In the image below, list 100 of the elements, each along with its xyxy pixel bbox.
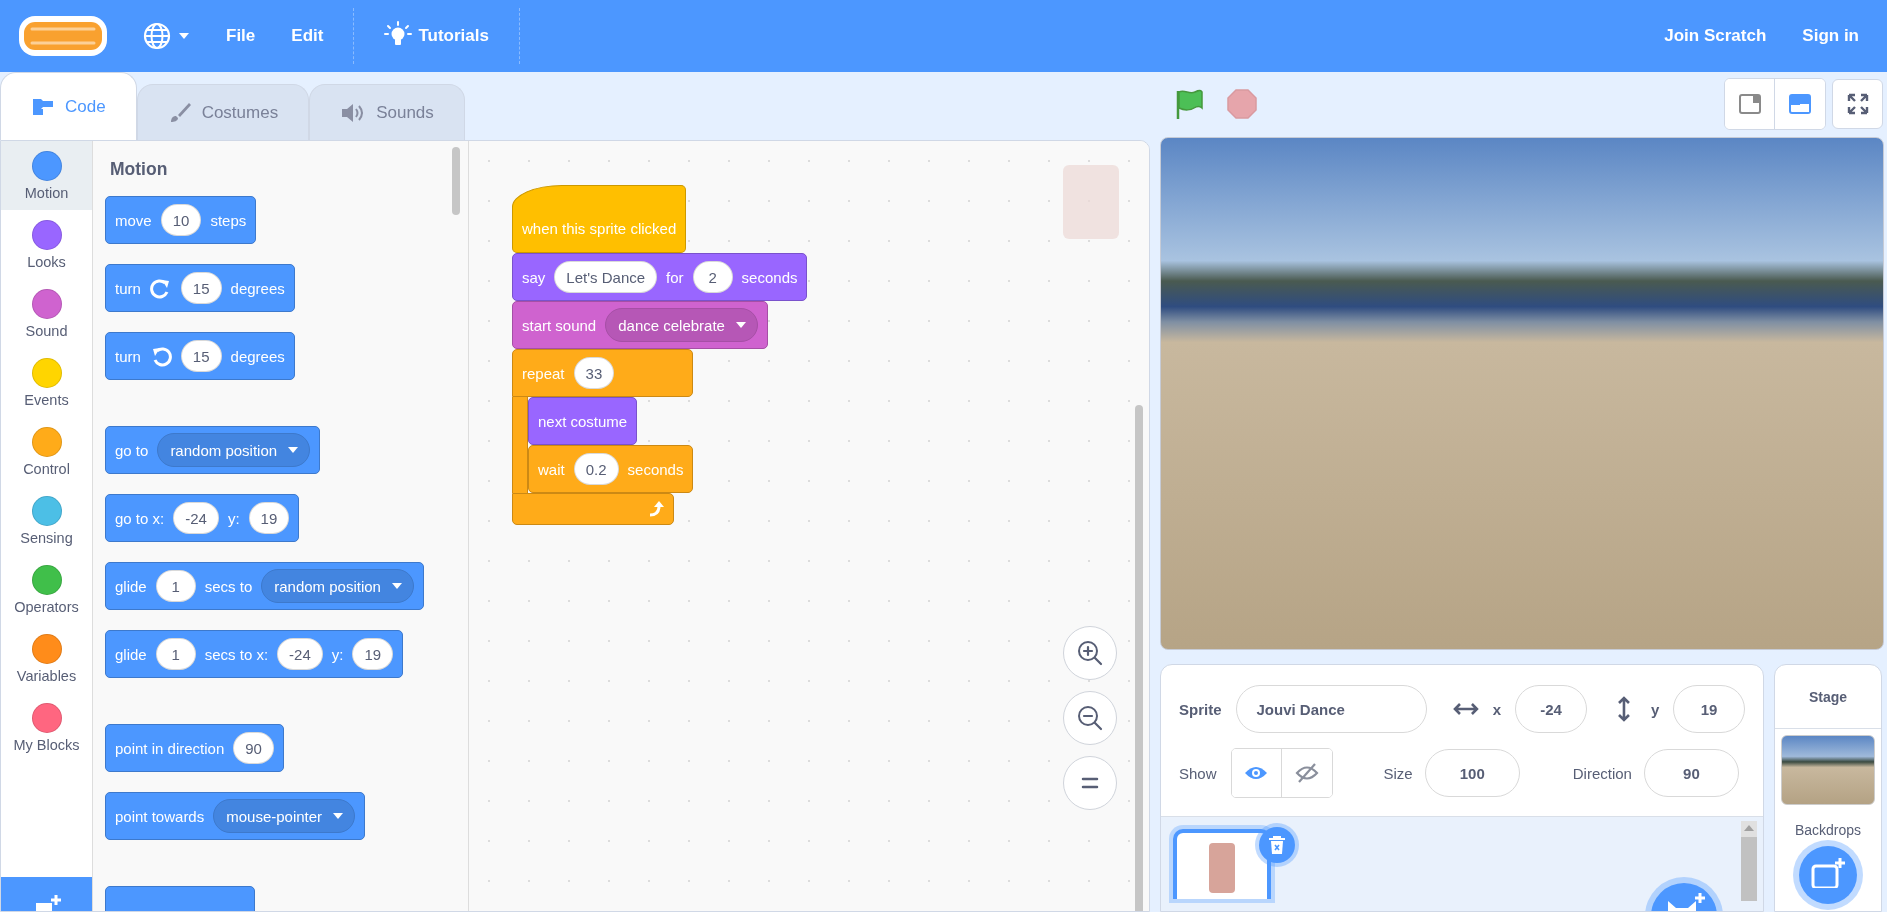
block-label: secs to [204,577,253,595]
dropdown-menu[interactable]: random position [157,433,311,467]
input-field[interactable]: 1 [155,570,196,602]
category-item[interactable]: Events [1,348,92,417]
category-item[interactable]: Operators [1,555,92,624]
category-item[interactable]: Control [1,417,92,486]
palette-heading: Motion [110,159,169,180]
scrollbar[interactable] [1741,821,1757,901]
category-item[interactable]: My Blocks [1,693,92,762]
input-field[interactable]: 15 [180,272,222,304]
block-label: turn [115,347,141,365]
code-blocks-icon [31,96,55,117]
category-label: Events [24,391,69,408]
category-item[interactable]: Sound [1,279,92,348]
input-field[interactable]: -24 [277,638,323,670]
code-block[interactable]: turn 15 degrees [105,264,295,312]
dropdown-menu[interactable]: dance celebrate [605,308,758,342]
globe-icon [142,21,172,51]
reset-zoom-button[interactable] [1063,756,1117,810]
input-field[interactable]: 15 [180,340,222,372]
scrollbar[interactable] [452,147,460,215]
input-field[interactable]: 33 [573,357,615,389]
dropdown-menu[interactable]: random position [261,569,414,603]
sprite-label: Sprite [1179,700,1222,718]
size-label: Size [1383,764,1413,782]
caret-icon [390,582,403,590]
dropdown-menu[interactable]: mouse-pointer [213,799,356,833]
zoom-out-button[interactable] [1063,691,1117,745]
eye-icon [1244,764,1269,782]
input-field[interactable]: -24 [173,502,219,534]
code-block[interactable]: move 10 steps [105,196,257,244]
input-field[interactable]: Let's Dance [554,261,658,293]
code-block[interactable]: point in direction 90 [105,724,284,772]
stop-icon[interactable] [1226,88,1258,121]
show-label: Show [1179,764,1217,782]
input-field[interactable]: 90 [233,732,274,764]
category-item[interactable]: Looks [1,210,92,279]
input-field[interactable]: 10 [160,204,202,236]
scrollbar[interactable] [1135,405,1143,911]
trash-icon [1268,835,1286,855]
category-label: Operators [14,598,79,615]
rotate-clockwise-icon [149,277,172,299]
horizontal-arrows-icon [1452,702,1479,716]
block-label: y: [331,645,344,663]
sprite-thumbnail[interactable] [1173,829,1271,899]
code-block[interactable]: wait 0.2 seconds [528,445,694,493]
hidden-eye-icon [1294,762,1319,784]
stage-size-button[interactable] [1725,79,1775,130]
block-label: turn [115,279,141,297]
block-label: start sound [522,316,597,334]
input-field[interactable]: 2 [692,261,733,293]
block-label: move [115,211,152,229]
block-label: when this sprite clicked [522,219,677,237]
code-block[interactable]: start sound dance celebrate [512,301,768,349]
equals-icon [1080,776,1100,790]
delete-button[interactable] [1259,827,1295,863]
code-block[interactable]: turn 15 degrees [105,332,295,380]
code-block[interactable]: next costume [528,397,638,445]
category-item[interactable]: Variables [1,624,92,693]
block-label: go to [115,441,149,459]
category-label: Looks [27,253,66,270]
input-field[interactable]: 19 [352,638,394,670]
code-block[interactable]: repeat 33 [512,349,694,397]
add-extension-button[interactable] [1,877,92,911]
vertical-arrows-icon [1616,696,1631,722]
code-block[interactable]: glide 1 secs to random position [105,562,424,610]
code-block[interactable]: go to random position [105,426,321,474]
block-label: wait [538,460,565,478]
input-field[interactable]: 0.2 [573,453,619,485]
input-field[interactable]: 1 [155,638,196,670]
logo-icon[interactable] [18,13,108,59]
input-field[interactable]: 19 [248,502,290,534]
block-label: secs to x: [204,645,269,663]
caret-icon [178,32,190,40]
direction-label: Direction [1572,764,1632,782]
block-label: degrees [230,347,285,365]
backdrops-label: Backdrops [1794,822,1862,838]
caret-icon [332,812,345,820]
block-label: seconds [627,460,684,478]
block-label: point towards [115,807,205,825]
small-stage-icon [1737,93,1762,116]
flag-icon[interactable] [1174,88,1206,121]
fullscreen-button[interactable] [1832,79,1883,130]
backdrop-thumbnail[interactable] [1781,735,1875,805]
block-label: go to x: [115,509,165,527]
fullscreen-icon [1845,92,1870,117]
show-button[interactable] [1231,749,1282,797]
code-block[interactable]: point towards mouse-pointer [105,792,366,840]
category-label: Motion [24,184,69,201]
category-item[interactable]: Motion [1,141,92,210]
code-block[interactable]: glide 1 secs to x: -24 y: 19 [105,630,404,678]
code-block[interactable]: go to x: -24 y: 19 [105,494,300,542]
zoom-in-button[interactable] [1063,626,1117,680]
loop-arrow-icon [647,500,665,518]
y-label: y [1650,700,1660,718]
category-label: Variables [16,667,77,684]
code-block[interactable]: say Let's Dance for 2 seconds [512,253,808,301]
add-backdrop-button[interactable] [1799,846,1857,904]
normal-stage-icon [1788,93,1812,116]
category-item[interactable]: Sensing [1,486,92,555]
